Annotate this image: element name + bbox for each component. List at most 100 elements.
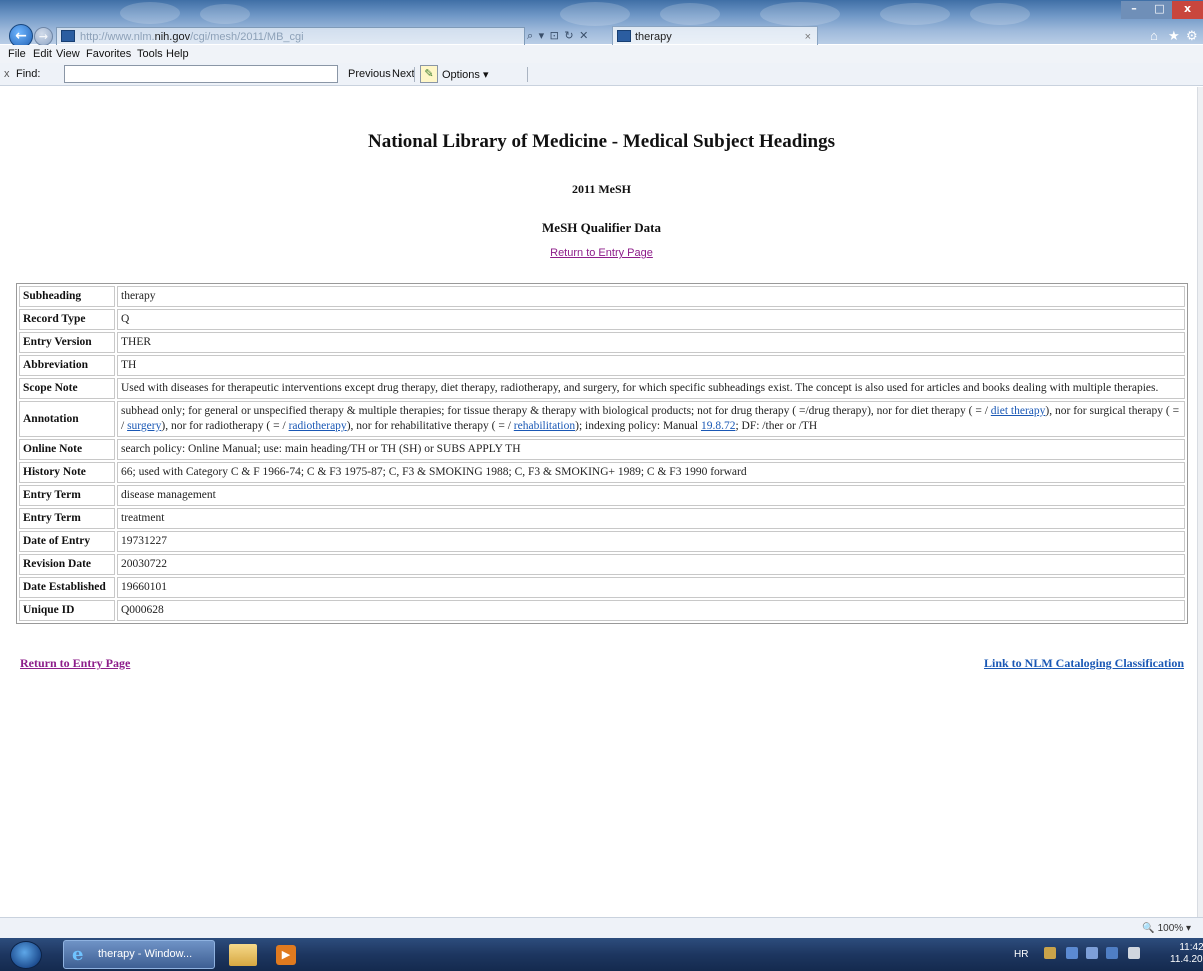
tab-therapy[interactable]: therapy × (612, 26, 818, 47)
tab-close-icon[interactable]: × (805, 27, 811, 47)
language-indicator[interactable]: HR (1014, 949, 1028, 960)
find-input[interactable] (64, 65, 338, 83)
page-content: National Library of Medicine - Medical S… (0, 87, 1197, 917)
row-label: Scope Note (19, 378, 115, 399)
row-value: therapy (117, 286, 1185, 307)
find-separator (414, 67, 415, 82)
url-domain: nih.gov (154, 31, 191, 43)
minimize-button[interactable]: – (1121, 1, 1147, 19)
menu-tools[interactable]: Tools (137, 48, 163, 60)
table-row: Record Type Q (19, 309, 1185, 330)
menu-file[interactable]: File (8, 48, 26, 60)
annotation-link[interactable]: radiotherapy (289, 420, 347, 432)
annotation-text: ; DF: /ther or /TH (735, 420, 818, 432)
clock-time: 11:42 (1179, 942, 1203, 953)
row-label: Entry Term (19, 508, 115, 529)
tray-flag-icon[interactable] (1044, 947, 1056, 959)
tab-favicon-icon (617, 30, 631, 42)
highlight-icon[interactable]: ✎ (420, 65, 438, 83)
url-prefix: http:// (80, 31, 108, 43)
find-options-button[interactable]: Options ▾ (442, 68, 489, 81)
row-label: Entry Version (19, 332, 115, 353)
tray-app-icon[interactable] (1086, 947, 1098, 959)
annotation-link[interactable]: 19.8.72 (701, 420, 736, 432)
window-controls: – □ x (1121, 1, 1203, 19)
row-label: Abbreviation (19, 355, 115, 376)
taskbar: e therapy - Window... ▶ HR 11:42 11.4.201… (0, 938, 1203, 971)
find-previous-button[interactable]: Previous (348, 68, 391, 80)
close-button[interactable]: x (1172, 1, 1203, 19)
volume-icon[interactable] (1128, 947, 1140, 959)
menu-edit[interactable]: Edit (33, 48, 52, 60)
table-row: Annotation subhead only; for general or u… (19, 401, 1185, 437)
row-value: 20030722 (117, 554, 1185, 575)
return-entry-link-bottom[interactable]: Return to Entry Page (20, 656, 130, 670)
start-button[interactable] (10, 941, 42, 969)
menu-favorites[interactable]: Favorites (86, 48, 131, 60)
nlm-cataloging-link[interactable]: Link to NLM Cataloging Classification (984, 656, 1184, 670)
ie-icon: e (72, 944, 84, 965)
maximize-button[interactable]: □ (1147, 1, 1172, 19)
clock[interactable]: 11:42 11.4.2011 (1170, 942, 1203, 966)
annotation-link[interactable]: rehabilitation (514, 420, 575, 432)
table-row: Online Note search policy: Online Manual;… (19, 439, 1185, 460)
find-close-icon[interactable]: x (4, 68, 10, 80)
address-controls[interactable]: ⌕ ▾ ⊡ ↻ ✕ (527, 29, 589, 43)
home-icon[interactable]: ⌂ (1150, 28, 1158, 43)
tray-network-icon[interactable] (1066, 947, 1078, 959)
find-next-button[interactable]: Next (392, 68, 415, 80)
forward-button[interactable]: → (34, 27, 53, 46)
media-player-icon[interactable]: ▶ (276, 945, 296, 965)
menu-view[interactable]: View (56, 48, 80, 60)
taskbar-ie-label: therapy - Window... (98, 948, 193, 960)
row-value: THER (117, 332, 1185, 353)
annotation-text: ), nor for radiotherapy ( = / (161, 420, 289, 432)
clock-date: 11.4.2011 (1170, 954, 1203, 965)
row-value: 19660101 (117, 577, 1185, 598)
tab-title: therapy (635, 31, 672, 43)
menu-help[interactable]: Help (166, 48, 189, 60)
row-label: Date of Entry (19, 531, 115, 552)
favorites-star-icon[interactable]: ★ (1168, 28, 1180, 44)
vertical-scrollbar[interactable] (1197, 87, 1203, 917)
explorer-folder-icon[interactable] (229, 944, 257, 966)
row-label: Entry Term (19, 485, 115, 506)
nlm-favicon-icon (61, 30, 75, 42)
table-row: Revision Date 20030722 (19, 554, 1185, 575)
status-bar: 🔍 100% ▾ (0, 917, 1203, 938)
address-bar[interactable]: http://www.nlm.nih.gov/cgi/mesh/2011/MB_… (56, 27, 525, 47)
table-row: Date Established 19660101 (19, 577, 1185, 598)
table-row: Entry Version THER (19, 332, 1185, 353)
find-bar: x Find: Previous Next ✎ Options ▾ (0, 63, 1203, 86)
row-label: Subheading (19, 286, 115, 307)
browser-title-bar: ← → http://www.nlm.nih.gov/cgi/mesh/2011… (0, 0, 1203, 48)
row-value: TH (117, 355, 1185, 376)
row-label: History Note (19, 462, 115, 483)
table-row: History Note 66; used with Category C & F… (19, 462, 1185, 483)
zoom-level[interactable]: 🔍 100% ▾ (1142, 923, 1191, 934)
annotation-text: subhead only; for general or unspecified… (121, 405, 991, 417)
row-value: Used with diseases for therapeutic inter… (117, 378, 1185, 399)
row-label: Online Note (19, 439, 115, 460)
tray-display-icon[interactable] (1106, 947, 1118, 959)
table-row: Subheading therapy (19, 286, 1185, 307)
menu-bar: File Edit View Favorites Tools Help (0, 45, 1203, 63)
row-value: disease management (117, 485, 1185, 506)
row-value: 66; used with Category C & F 1966-74; C … (117, 462, 1185, 483)
taskbar-ie-window[interactable]: e therapy - Window... (63, 940, 215, 969)
row-label: Date Established (19, 577, 115, 598)
find-separator (527, 67, 528, 82)
table-row: Scope Note Used with diseases for therape… (19, 378, 1185, 399)
url-domain-pre: www.nlm. (107, 31, 155, 43)
row-value: treatment (117, 508, 1185, 529)
annotation-link[interactable]: diet therapy (991, 405, 1046, 417)
annotation-link[interactable]: surgery (127, 420, 161, 432)
gear-icon[interactable]: ⚙ (1186, 28, 1198, 44)
row-value: 19731227 (117, 531, 1185, 552)
table-row: Entry Term treatment (19, 508, 1185, 529)
row-value: Q (117, 309, 1185, 330)
return-entry-link-top[interactable]: Return to Entry Page (550, 247, 653, 259)
row-label: Annotation (19, 401, 115, 437)
annotation-text: ), nor for rehabilitative therapy ( = / (346, 420, 514, 432)
table-row: Abbreviation TH (19, 355, 1185, 376)
